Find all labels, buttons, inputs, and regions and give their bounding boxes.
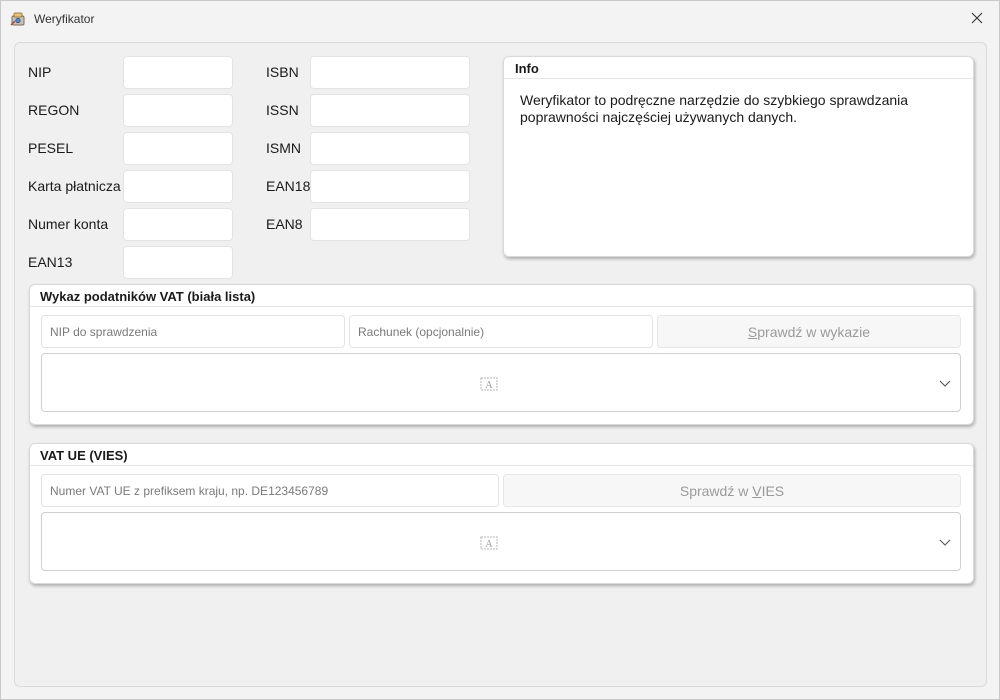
ean13-field-box	[123, 246, 233, 279]
vat-whitelist-title-divider	[30, 306, 973, 307]
account-number-label: Numer konta	[28, 216, 109, 232]
ismn-field[interactable]	[311, 133, 469, 164]
ismn-label: ISMN	[266, 140, 301, 156]
vies-vat-input[interactable]	[42, 475, 498, 506]
vies-title: VAT UE (VIES)	[40, 448, 128, 463]
vat-whitelist-result-dropdown[interactable]: A	[41, 353, 961, 412]
vies-vat-input-box	[41, 474, 499, 507]
ean18-field-box	[310, 170, 470, 203]
info-text-2: poprawności najczęściej używanych danych…	[520, 109, 798, 125]
vat-nip-input[interactable]	[42, 316, 344, 347]
vat-account-input[interactable]	[350, 316, 652, 347]
chevron-down-icon	[939, 380, 951, 387]
regon-field-box	[123, 94, 233, 127]
pesel-field[interactable]	[124, 133, 232, 164]
isbn-field[interactable]	[311, 57, 469, 88]
regon-label: REGON	[28, 102, 80, 118]
info-group	[503, 56, 974, 257]
vies-result-dropdown[interactable]: A	[41, 512, 961, 571]
ean8-label: EAN8	[266, 216, 303, 232]
check-vies-button-label-start: Sprawdź w	[679, 482, 753, 499]
ean8-field[interactable]	[311, 209, 469, 240]
app-icon	[10, 12, 25, 26]
info-title-divider	[504, 78, 973, 79]
check-vies-button-mnemonic: V	[752, 482, 762, 499]
ean13-label: EAN13	[28, 254, 73, 270]
info-text-1: Weryfikator to podręczne narzędzie do sz…	[520, 92, 909, 108]
window-title: Weryfikator	[34, 12, 95, 26]
regon-field[interactable]	[124, 95, 232, 126]
check-whitelist-button[interactable]: Sprawdź w wykazie	[657, 315, 961, 348]
isbn-field-box	[310, 56, 470, 89]
vat-nip-input-box	[41, 315, 345, 348]
check-whitelist-button-mnemonic: S	[747, 323, 758, 340]
text-format-icon: A	[480, 536, 498, 550]
card-field[interactable]	[124, 171, 232, 202]
issn-label: ISSN	[266, 102, 299, 118]
text-format-icon: A	[480, 377, 498, 391]
vies-title-divider	[30, 465, 973, 466]
card-label: Karta płatnicza	[28, 178, 121, 194]
vat-account-input-box	[349, 315, 653, 348]
close-icon	[971, 12, 983, 24]
pesel-field-box	[123, 132, 233, 165]
svg-text:A: A	[485, 380, 493, 391]
check-vies-button[interactable]: Sprawdź w V IES	[503, 474, 961, 507]
issn-field-box	[310, 94, 470, 127]
issn-field[interactable]	[311, 95, 469, 126]
svg-text:A: A	[485, 539, 493, 550]
check-whitelist-button-label: prawdź w wykazie	[757, 323, 871, 340]
account-number-field-box	[123, 208, 233, 241]
check-vies-button-label-end: IES	[761, 482, 785, 499]
card-field-box	[123, 170, 233, 203]
ean18-label: EAN18	[266, 178, 311, 194]
nip-label: NIP	[28, 64, 52, 80]
app-window: Weryfikator NIP REGON PESEL Karta płatni…	[0, 0, 1000, 700]
nip-field-box	[123, 56, 233, 89]
ean18-field[interactable]	[311, 171, 469, 202]
info-title: Info	[515, 61, 539, 76]
close-button[interactable]	[955, 1, 999, 35]
pesel-label: PESEL	[28, 140, 74, 156]
ean13-field[interactable]	[124, 247, 232, 278]
vat-whitelist-title: Wykaz podatników VAT (biała lista)	[40, 289, 256, 304]
account-number-field[interactable]	[124, 209, 232, 240]
ismn-field-box	[310, 132, 470, 165]
ean8-field-box	[310, 208, 470, 241]
nip-field[interactable]	[124, 57, 232, 88]
chevron-down-icon	[939, 539, 951, 546]
title-bar[interactable]: Weryfikator	[1, 1, 999, 37]
isbn-label: ISBN	[266, 64, 299, 80]
